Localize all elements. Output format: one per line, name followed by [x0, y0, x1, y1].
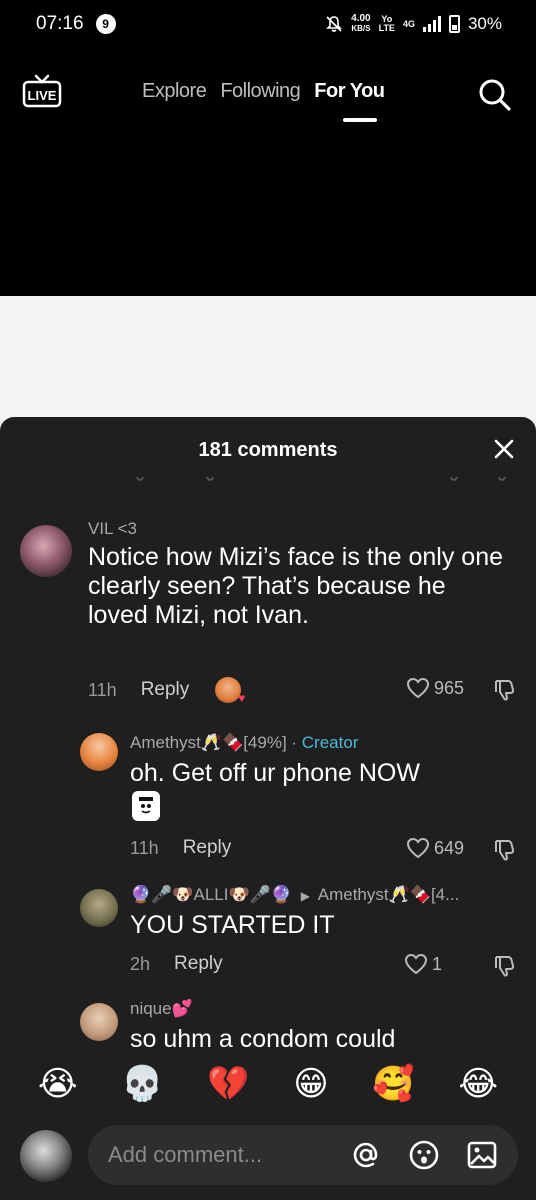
comment-meta: 11h Reply ♥	[88, 677, 245, 705]
top-nav: LIVE Explore Following For You	[0, 60, 536, 130]
reply-item: 🔮🎤🐶ALLI🐶🎤🔮 ▶ Amethyst🥂🍫[4... YOU STARTED…	[0, 883, 536, 983]
creator-liked-avatar: ♥	[215, 677, 245, 705]
reply-button[interactable]: Reply	[141, 679, 190, 701]
comment-meta: 2h Reply	[130, 953, 223, 975]
quick-emoji-bar: 😭 💀 💔 😁 🥰 😂	[0, 1055, 536, 1113]
live-tv-icon[interactable]: LIVE	[22, 74, 62, 108]
battery-icon	[448, 15, 460, 33]
sticker-face-icon	[139, 797, 153, 814]
comment-input-box[interactable]	[88, 1125, 518, 1185]
comment-meta: 11h Reply	[130, 837, 231, 859]
heart-icon	[404, 953, 428, 975]
like-count: 649	[434, 837, 465, 858]
comment-username: Amethyst🥂🍫[49%] · Creator	[130, 733, 358, 753]
dislike-icon[interactable]	[492, 677, 518, 703]
notification-count-badge: 9	[95, 14, 116, 34]
signal-icon	[422, 16, 441, 32]
mention-icon[interactable]	[350, 1139, 382, 1171]
comment-username[interactable]: VIL <3	[88, 519, 137, 539]
emoji-broken-heart[interactable]: 💔	[207, 1064, 249, 1104]
comment-time: 11h	[88, 679, 117, 700]
separator-dot: ·	[286, 733, 302, 752]
comment-username[interactable]: nique💕	[130, 999, 193, 1019]
like-count: 1	[432, 953, 443, 974]
comment-username: 🔮🎤🐶ALLI🐶🎤🔮 ▶ Amethyst🥂🍫[4...	[130, 885, 520, 905]
emoji-tears-of-joy[interactable]: 😂	[458, 1064, 498, 1104]
reply-to-username[interactable]: Amethyst🥂🍫[4...	[318, 885, 460, 904]
tab-for-you[interactable]: For You	[314, 80, 385, 103]
reply-arrow-icon: ▶	[300, 889, 310, 903]
close-icon[interactable]	[490, 435, 518, 463]
reply-button[interactable]: Reply	[174, 953, 223, 975]
my-avatar[interactable]	[20, 1130, 72, 1182]
avatar[interactable]	[80, 889, 118, 927]
comment-text: YOU STARTED IT	[130, 911, 335, 939]
feed-tabs: Explore Following For You	[142, 80, 385, 103]
avatar[interactable]	[20, 525, 72, 577]
mute-bell-icon	[326, 16, 343, 32]
tab-following[interactable]: Following	[220, 80, 300, 103]
reply-item: nique💕 so uhm a condom could	[0, 997, 536, 1055]
dislike-icon[interactable]	[492, 953, 518, 979]
tab-explore[interactable]: Explore	[142, 80, 207, 103]
status-bar: 07:16 9 4.00 KB/S Yo LTE 4G 30%	[0, 0, 536, 48]
status-time: 07:16	[36, 13, 84, 34]
avatar[interactable]	[80, 733, 118, 771]
speed-value: 4.00	[351, 13, 371, 24]
reply-username[interactable]: Amethyst🥂🍫[49%]	[130, 733, 287, 752]
volte-indicator: Yo LTE	[379, 15, 395, 33]
active-tab-indicator	[343, 118, 377, 122]
status-icons: 4.00 KB/S Yo LTE 4G 30%	[325, 14, 502, 34]
comments-count-title: 181 comments	[198, 439, 338, 461]
comment-text: oh. Get off ur phone NOW	[130, 759, 420, 787]
search-icon[interactable]	[476, 76, 512, 112]
heart-icon	[406, 837, 430, 859]
comment-time: 11h	[130, 837, 159, 858]
video-frame[interactable]	[0, 296, 536, 436]
like-button[interactable]: 649	[406, 837, 464, 859]
scrolled-content-edge	[40, 477, 510, 485]
like-count: 965	[434, 677, 465, 698]
creator-badge: Creator	[301, 733, 359, 752]
sticker-image	[132, 791, 160, 821]
emoji-loudly-crying[interactable]: 😭	[38, 1064, 78, 1104]
volte-bottom: LTE	[378, 23, 395, 33]
dislike-icon[interactable]	[492, 837, 518, 863]
comment-time: 2h	[130, 953, 151, 974]
emoji-picker-icon[interactable]	[408, 1139, 440, 1171]
network-type: 4G	[402, 18, 415, 29]
network-speed: 4.00 KB/S	[351, 14, 370, 34]
reply-button[interactable]: Reply	[183, 837, 232, 859]
comment-text: Notice how Mizi’s face is the only one c…	[88, 543, 504, 629]
avatar[interactable]	[80, 1003, 118, 1041]
comment-input-bar	[0, 1113, 536, 1200]
image-icon[interactable]	[466, 1139, 498, 1171]
comment-input[interactable]	[108, 1125, 348, 1185]
reply-username[interactable]: 🔮🎤🐶ALLI🐶🎤🔮	[130, 885, 292, 904]
heart-icon	[406, 677, 430, 699]
like-button[interactable]: 1	[404, 953, 442, 975]
emoji-skull[interactable]: 💀	[121, 1064, 163, 1104]
reply-item: Amethyst🥂🍫[49%] · Creator oh. Get off ur…	[0, 727, 536, 867]
emoji-smiling-hearts[interactable]: 🥰	[372, 1064, 414, 1104]
like-button[interactable]: 965	[406, 677, 464, 699]
speed-unit: KB/S	[351, 24, 371, 33]
comment-text: so uhm a condom could	[130, 1025, 396, 1053]
emoji-grinning[interactable]: 😁	[293, 1064, 328, 1104]
comment-item: VIL <3 Notice how Mizi’s face is the onl…	[0, 517, 536, 707]
battery-percent: 30%	[467, 14, 502, 33]
live-label: LIVE	[28, 88, 57, 103]
